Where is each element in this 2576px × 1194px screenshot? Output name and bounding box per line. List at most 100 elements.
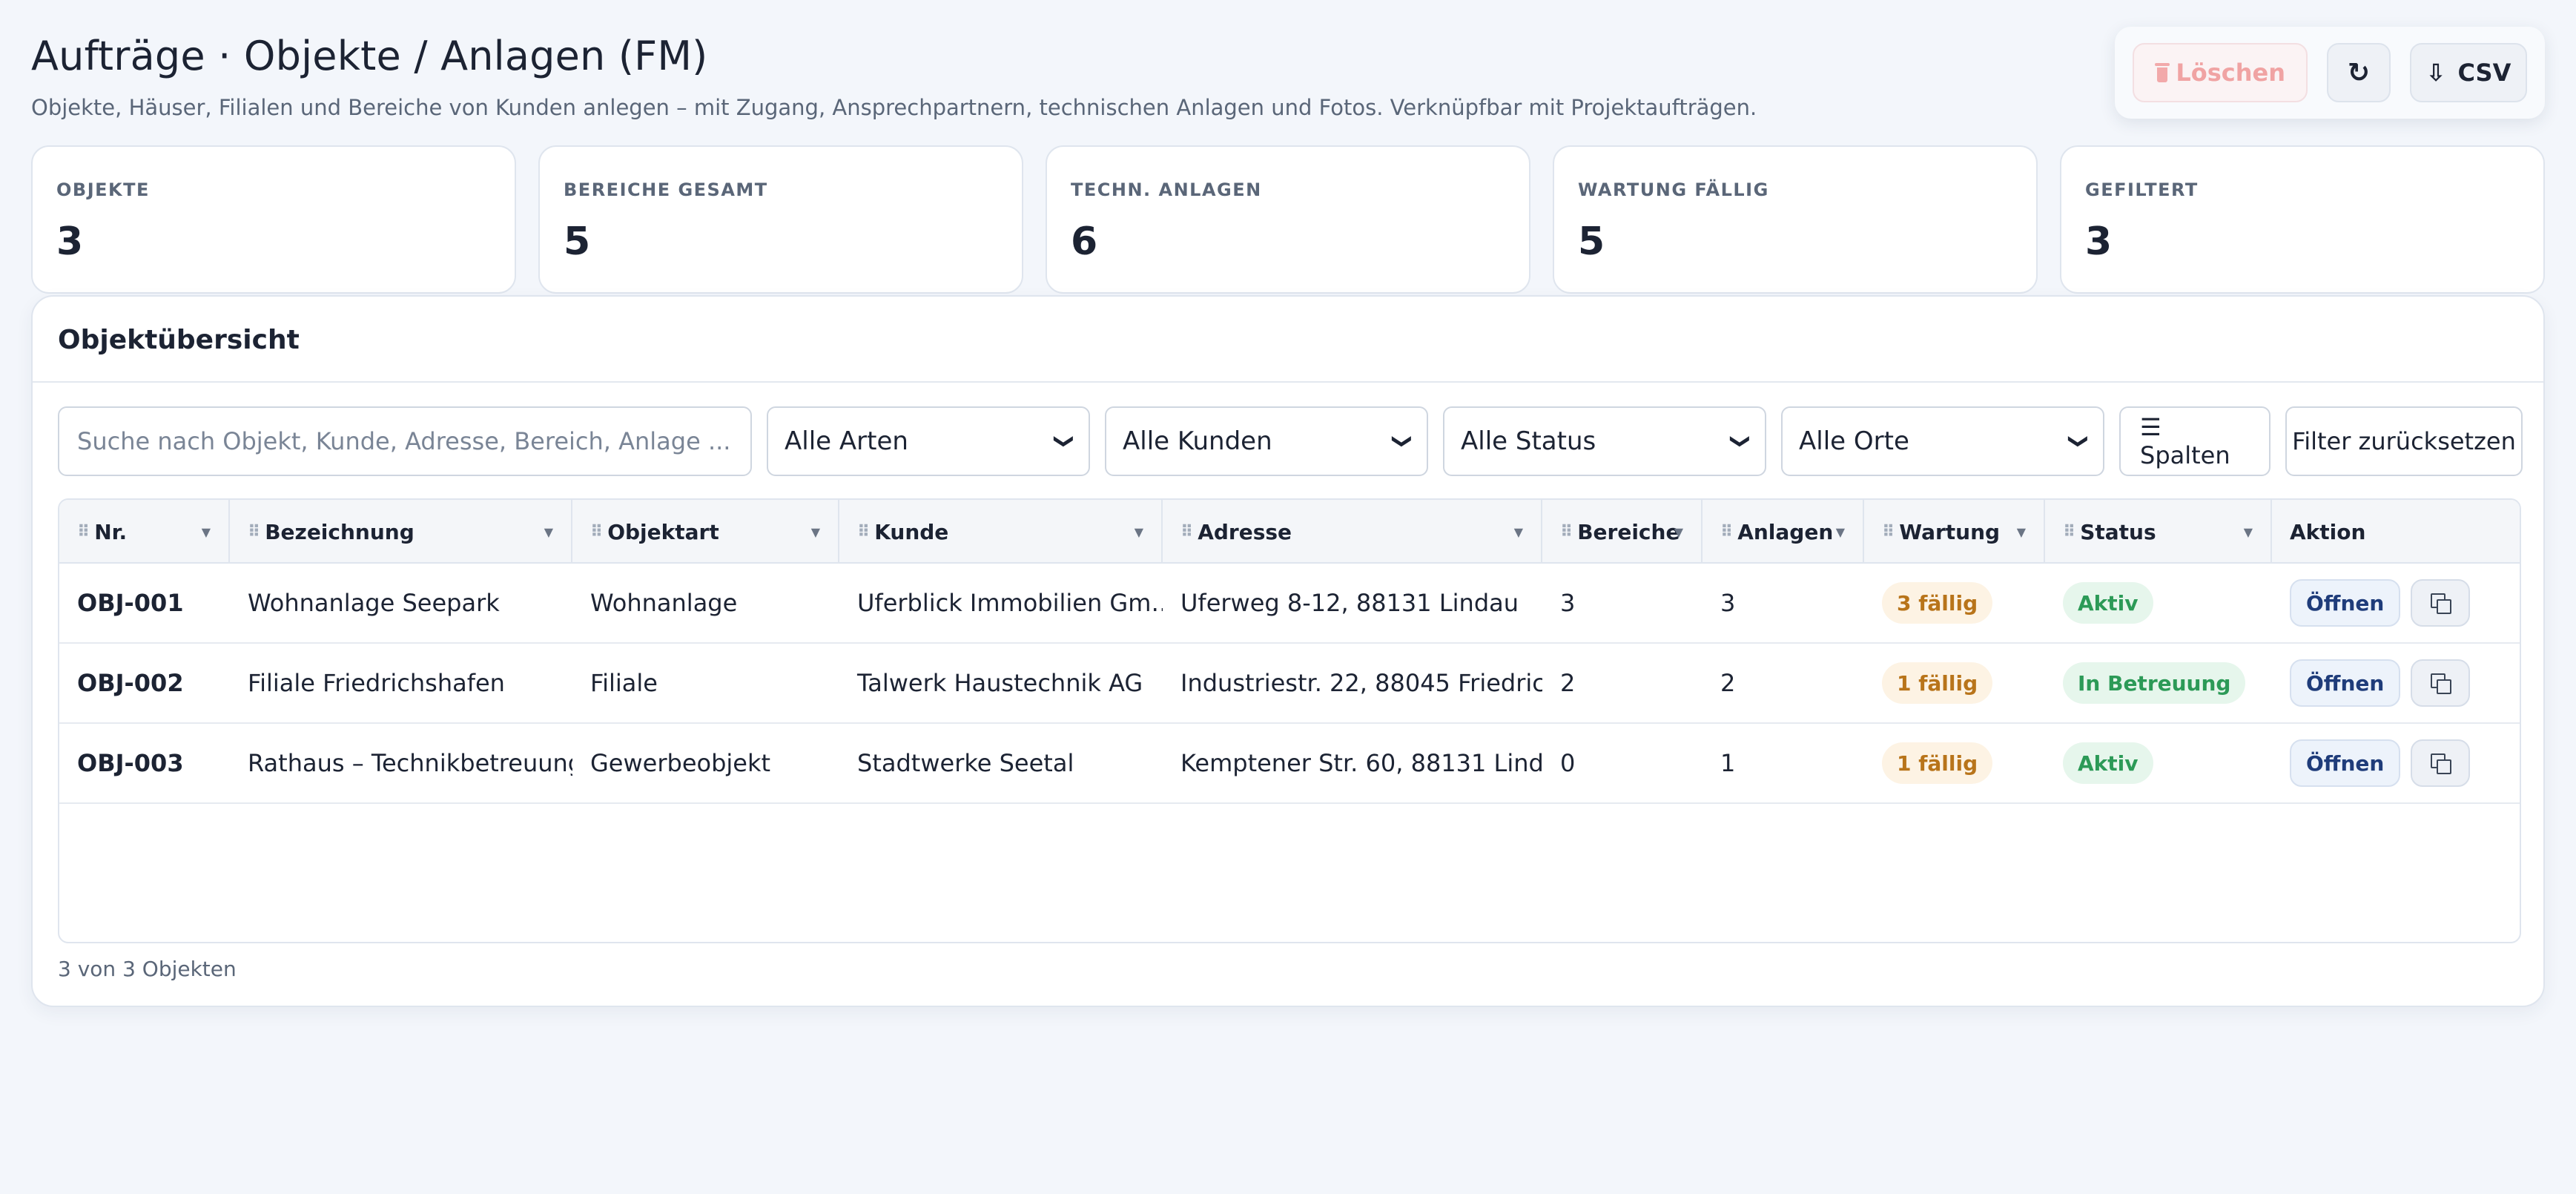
copy-icon	[2431, 593, 2452, 614]
cell-type: Filiale	[590, 669, 658, 697]
panel-title: Objektübersicht	[58, 325, 300, 355]
sort-icon[interactable]: ▼	[1514, 525, 1523, 539]
cell-address: Kemptener Str. 60, 88131 Lindau	[1180, 749, 1542, 777]
columns-button[interactable]: ☰ Spalten	[2119, 406, 2270, 476]
column-header-nr[interactable]: ⠿ Nr. ▼	[59, 500, 230, 564]
drag-handle-icon[interactable]: ⠿	[77, 523, 90, 541]
status-badge: Aktiv	[2063, 742, 2153, 784]
download-icon: ⇩	[2425, 59, 2446, 87]
sort-icon[interactable]: ▼	[2017, 525, 2026, 539]
drag-handle-icon[interactable]: ⠿	[2063, 523, 2075, 541]
sort-icon[interactable]: ▼	[811, 525, 820, 539]
filter-type-select[interactable]: Alle Arten ❯	[767, 406, 1090, 476]
chevron-down-icon: ❯	[1729, 433, 1752, 449]
filter-customer-select[interactable]: Alle Kunden ❯	[1105, 406, 1428, 476]
stat-value: 3	[2085, 220, 2113, 264]
refresh-button[interactable]: ↻	[2327, 43, 2391, 102]
column-header-wartung[interactable]: ⠿ Wartung ▼	[1864, 500, 2045, 564]
stat-label: GEFILTERT	[2085, 179, 2199, 200]
sort-icon[interactable]: ▼	[1836, 525, 1845, 539]
column-label: Anlagen	[1737, 519, 1834, 544]
table-row[interactable]: OBJ-001 Wohnanlage Seepark Wohnanlage Uf…	[59, 564, 2520, 644]
cell-actions: Öffnen	[2272, 724, 2520, 802]
drag-handle-icon[interactable]: ⠿	[857, 523, 870, 541]
stat-card-anlagen: TECHN. ANLAGEN 6	[1046, 145, 1530, 294]
stat-card-gefiltert: GEFILTERT 3	[2060, 145, 2545, 294]
objects-table: ⠿ Nr. ▼ ⠿ Bezeichnung ▼ ⠿ Objektart ▼ ⠿ …	[58, 498, 2521, 943]
table-row[interactable]: OBJ-003 Rathaus – Technikbetreuung Gewer…	[59, 724, 2520, 804]
cell-address: Industriestr. 22, 88045 Friedric…	[1180, 669, 1542, 697]
column-header-bereiche[interactable]: ⠿ Bereiche ▼	[1542, 500, 1703, 564]
sort-icon[interactable]: ▼	[544, 525, 553, 539]
refresh-icon: ↻	[2347, 57, 2371, 88]
stat-label: OBJEKTE	[56, 179, 150, 200]
cell-customer: Uferblick Immobilien Gm…	[857, 589, 1163, 617]
maintenance-badge: 3 fällig	[1882, 582, 1993, 624]
select-value: Alle Arten	[785, 426, 908, 456]
stat-card-wartung: WARTUNG FÄLLIG 5	[1553, 145, 2038, 294]
column-label: Aktion	[2290, 519, 2366, 544]
column-label: Bezeichnung	[265, 519, 415, 544]
chevron-down-icon: ❯	[2067, 433, 2090, 449]
drag-handle-icon[interactable]: ⠿	[1882, 523, 1895, 541]
sort-icon[interactable]: ▼	[1674, 525, 1683, 539]
open-button[interactable]: Öffnen	[2290, 659, 2401, 707]
status-badge: In Betreuung	[2063, 662, 2246, 704]
stat-label: WARTUNG FÄLLIG	[1578, 179, 1769, 200]
column-header-objektart[interactable]: ⠿ Objektart ▼	[572, 500, 839, 564]
column-header-status[interactable]: ⠿ Status ▼	[2045, 500, 2272, 564]
column-header-aktion: Aktion	[2272, 500, 2520, 564]
csv-export-button[interactable]: ⇩ CSV	[2410, 43, 2527, 102]
cell-nr: OBJ-001	[77, 589, 184, 617]
cell-customer: Talwerk Haustechnik AG	[857, 669, 1143, 697]
open-button[interactable]: Öffnen	[2290, 739, 2401, 787]
sort-icon[interactable]: ▼	[2244, 525, 2253, 539]
filter-location-select[interactable]: Alle Orte ❯	[1781, 406, 2104, 476]
copy-icon	[2431, 673, 2452, 694]
cell-type: Gewerbeobjekt	[590, 749, 771, 777]
drag-handle-icon[interactable]: ⠿	[1180, 523, 1193, 541]
maintenance-badge: 1 fällig	[1882, 742, 1993, 784]
drag-handle-icon[interactable]: ⠿	[1720, 523, 1733, 541]
cell-name: Wohnanlage Seepark	[248, 589, 500, 617]
cell-nr: OBJ-002	[77, 669, 184, 697]
drag-handle-icon[interactable]: ⠿	[248, 523, 260, 541]
status-badge: Aktiv	[2063, 582, 2153, 624]
column-header-bezeichnung[interactable]: ⠿ Bezeichnung ▼	[230, 500, 572, 564]
select-value: Alle Kunden	[1123, 426, 1272, 456]
table-row[interactable]: OBJ-002 Filiale Friedrichshafen Filiale …	[59, 644, 2520, 724]
drag-handle-icon[interactable]: ⠿	[1560, 523, 1573, 541]
cell-maintenance: 1 fällig	[1864, 724, 2045, 802]
column-label: Adresse	[1198, 519, 1292, 544]
maintenance-badge: 1 fällig	[1882, 662, 1993, 704]
column-label: Wartung	[1899, 519, 2001, 544]
open-button[interactable]: Öffnen	[2290, 579, 2401, 627]
select-value: Alle Status	[1461, 426, 1596, 456]
duplicate-button[interactable]	[2411, 659, 2471, 707]
stat-cards: OBJEKTE 3 BEREICHE GESAMT 5 TECHN. ANLAG…	[31, 145, 2545, 294]
cell-systems: 1	[1720, 749, 1736, 777]
duplicate-button[interactable]	[2411, 579, 2471, 627]
csv-label: CSV	[2457, 59, 2511, 87]
drag-handle-icon[interactable]: ⠿	[590, 523, 603, 541]
cell-actions: Öffnen	[2272, 644, 2520, 722]
filter-status-select[interactable]: Alle Status ❯	[1443, 406, 1766, 476]
cell-nr: OBJ-003	[77, 749, 184, 777]
select-value: Alle Orte	[1799, 426, 1909, 456]
column-header-anlagen[interactable]: ⠿ Anlagen ▼	[1703, 500, 1864, 564]
cell-maintenance: 1 fällig	[1864, 644, 2045, 722]
sort-icon[interactable]: ▼	[1135, 525, 1143, 539]
filter-bar: Alle Arten ❯ Alle Kunden ❯ Alle Status ❯…	[58, 406, 2523, 476]
reset-filters-button[interactable]: Filter zurücksetzen	[2285, 406, 2523, 476]
chevron-down-icon: ❯	[1391, 433, 1414, 449]
cell-status: Aktiv	[2045, 564, 2272, 642]
delete-button[interactable]: Löschen	[2133, 43, 2308, 102]
sort-icon[interactable]: ▼	[202, 525, 211, 539]
cell-status: Aktiv	[2045, 724, 2272, 802]
column-header-kunde[interactable]: ⠿ Kunde ▼	[839, 500, 1163, 564]
duplicate-button[interactable]	[2411, 739, 2471, 787]
cell-areas: 3	[1560, 589, 1576, 617]
search-input[interactable]	[58, 406, 752, 476]
column-header-adresse[interactable]: ⠿ Adresse ▼	[1163, 500, 1542, 564]
page-title: Aufträge · Objekte / Anlagen (FM)	[31, 33, 708, 79]
